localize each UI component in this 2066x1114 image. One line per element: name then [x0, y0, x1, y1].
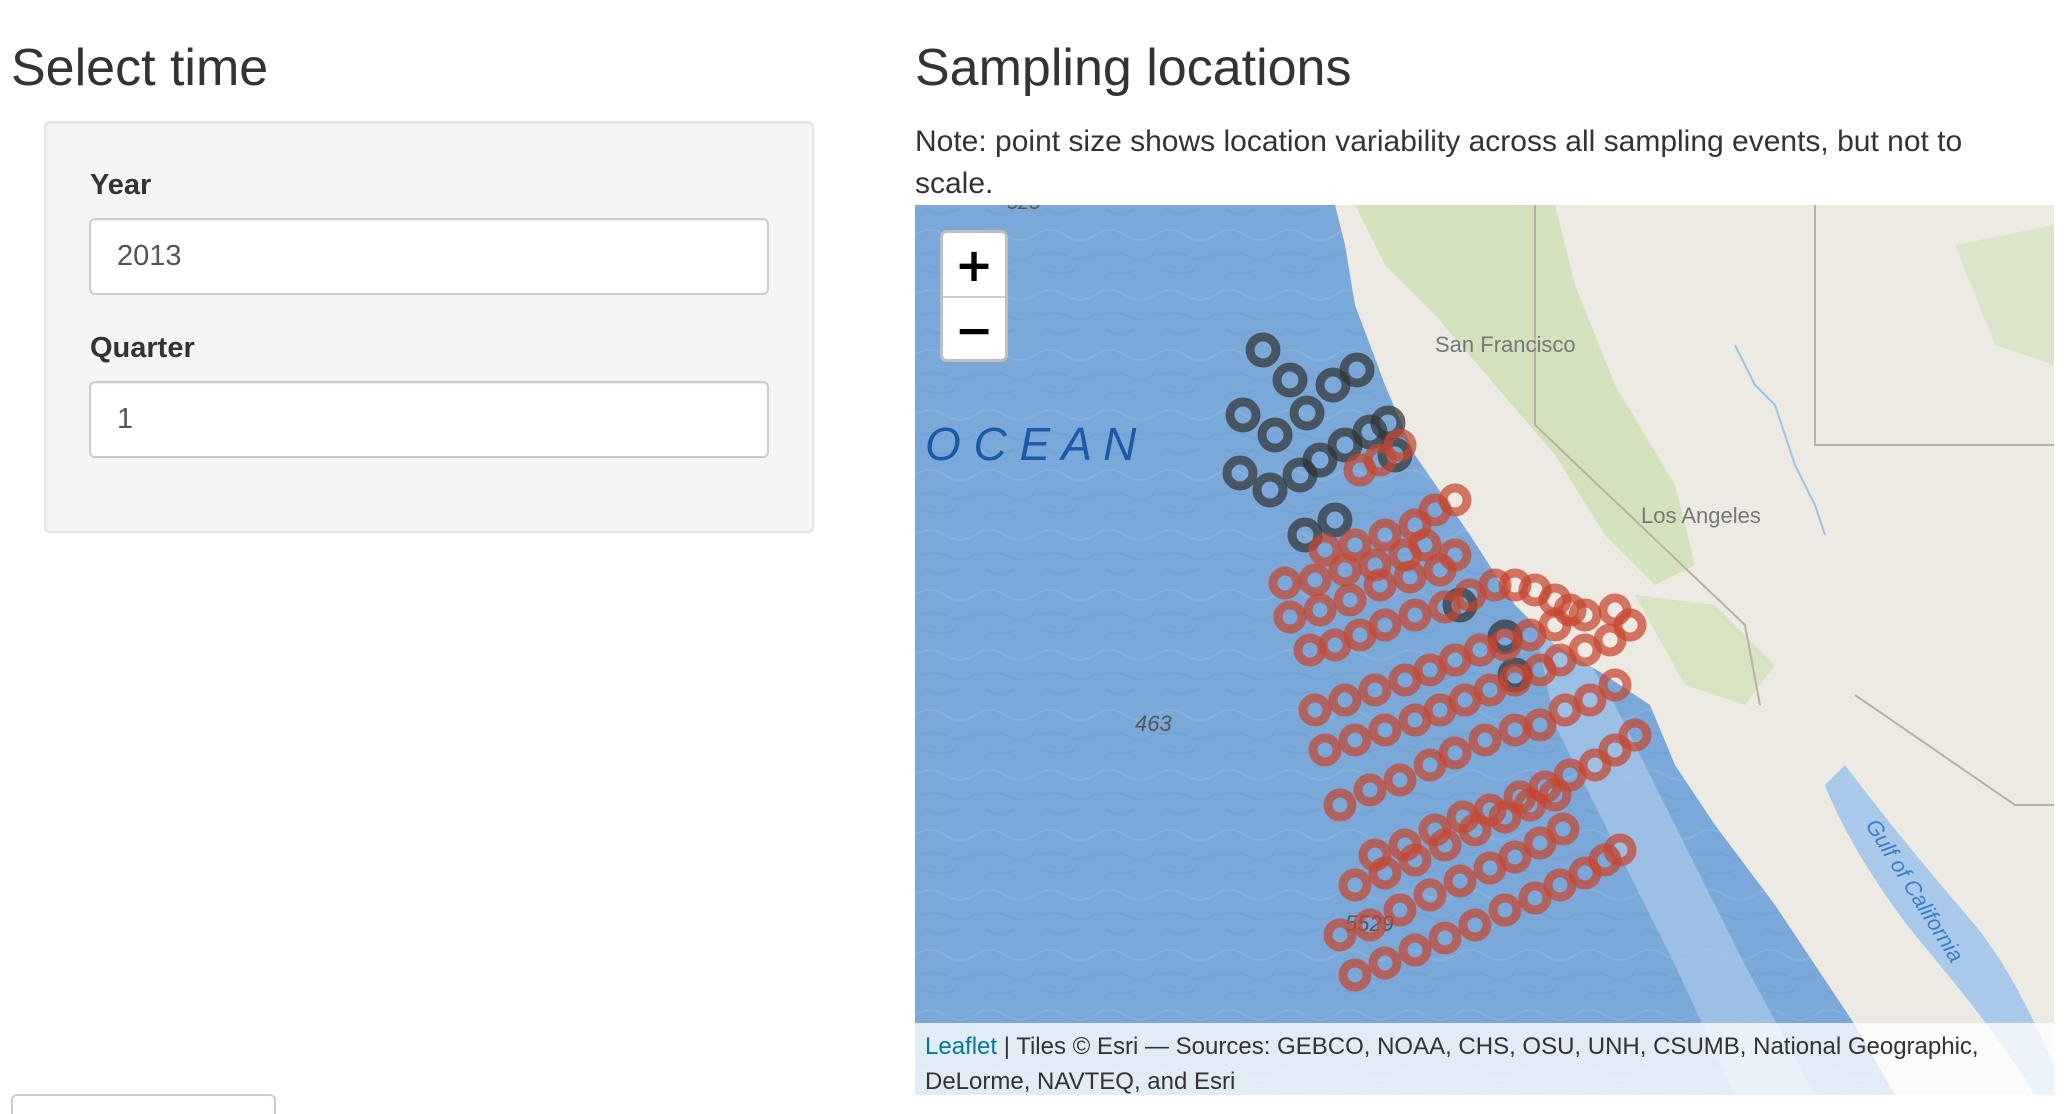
- zoom-control: + −: [940, 230, 1008, 362]
- quarter-label: Quarter: [90, 332, 195, 364]
- leaflet-link[interactable]: Leaflet: [925, 1033, 997, 1060]
- sampling-map[interactable]: O C E A N San Francisco Los Angeles 463 …: [915, 205, 2054, 1095]
- attribution-text: | Tiles © Esri — Sources: GEBCO, NOAA, C…: [925, 1033, 1979, 1095]
- zoom-out-button[interactable]: −: [943, 298, 1005, 359]
- time-selection-panel: Year Quarter: [44, 121, 814, 533]
- zoom-in-button[interactable]: +: [943, 233, 1005, 298]
- depth-label-525: 525: [1007, 205, 1041, 214]
- san-francisco-label: San Francisco: [1435, 332, 1576, 357]
- map-attribution: Leaflet | Tiles © Esri — Sources: GEBCO,…: [915, 1023, 2054, 1095]
- quarter-input[interactable]: [89, 381, 769, 458]
- ocean-label: O C E A N: [925, 418, 1137, 470]
- year-input[interactable]: [89, 218, 769, 295]
- sampling-locations-heading: Sampling locations: [915, 39, 1352, 97]
- partial-button[interactable]: [11, 1094, 276, 1114]
- map-base-layer[interactable]: O C E A N San Francisco Los Angeles 463 …: [915, 205, 2054, 1095]
- los-angeles-label: Los Angeles: [1641, 503, 1761, 528]
- year-label: Year: [90, 169, 152, 201]
- map-note: Note: point size shows location variabil…: [915, 125, 1963, 200]
- select-time-heading: Select time: [11, 39, 269, 97]
- depth-label-463: 463: [1135, 711, 1172, 736]
